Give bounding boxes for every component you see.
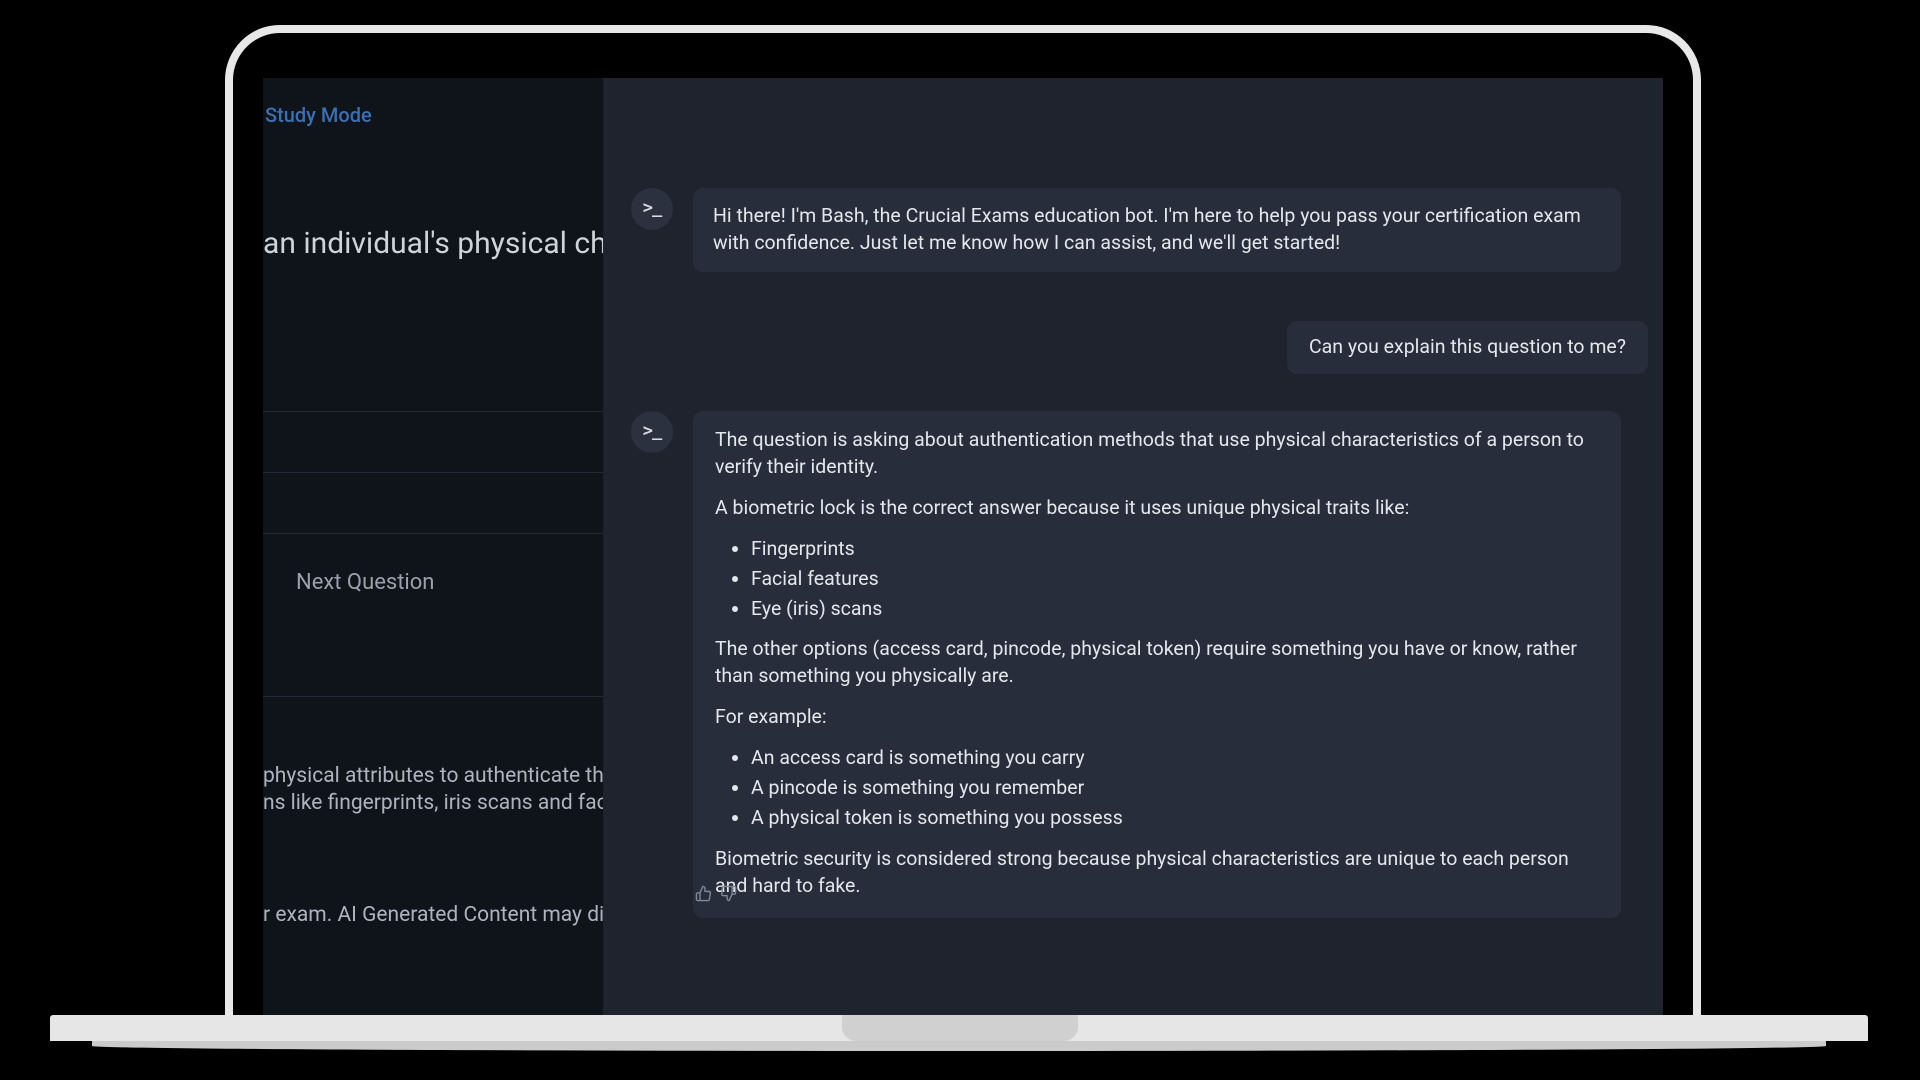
explanation-text: ns like fingerprints, iris scans and fac… bbox=[263, 791, 603, 815]
laptop-foot bbox=[92, 1041, 1826, 1051]
list-item: A physical token is something you posses… bbox=[751, 805, 1599, 832]
answer-list: An access card is something you carry A … bbox=[737, 745, 1599, 832]
chat-panel: >_ Hi there! I'm Bash, the Crucial Exams… bbox=[603, 78, 1663, 1020]
answer-option[interactable] bbox=[263, 351, 603, 412]
thumbs-down-icon[interactable] bbox=[720, 883, 737, 910]
laptop-notch bbox=[842, 1015, 1078, 1041]
bot-message: >_ Hi there! I'm Bash, the Crucial Exams… bbox=[631, 188, 1631, 272]
message-bubble: Hi there! I'm Bash, the Crucial Exams ed… bbox=[693, 188, 1621, 272]
bot-avatar: >_ bbox=[631, 411, 673, 453]
message-bubble: The question is asking about authenticat… bbox=[693, 411, 1621, 918]
answer-list: Fingerprints Facial features Eye (iris) … bbox=[737, 536, 1599, 623]
answer-paragraph: The question is asking about authenticat… bbox=[715, 427, 1599, 481]
bot-message: >_ The question is asking about authenti… bbox=[631, 411, 1631, 918]
question-text: an individual's physical cha bbox=[263, 226, 603, 261]
list-item: A pincode is something you remember bbox=[751, 775, 1599, 802]
thumbs-up-icon[interactable] bbox=[695, 883, 712, 910]
message-text: Can you explain this question to me? bbox=[1309, 335, 1626, 358]
list-item: An access card is something you carry bbox=[751, 745, 1599, 772]
laptop-frame: Study Mode an individual's physical cha … bbox=[225, 25, 1701, 1020]
terminal-icon: >_ bbox=[643, 197, 661, 220]
answer-paragraph: Biometric security is considered strong … bbox=[715, 846, 1599, 900]
section-divider bbox=[263, 696, 603, 697]
next-question-button[interactable]: Next Question bbox=[296, 570, 434, 595]
bot-avatar: >_ bbox=[631, 188, 673, 230]
answer-paragraph: For example: bbox=[715, 704, 1599, 731]
terminal-icon: >_ bbox=[643, 420, 661, 443]
list-item: Facial features bbox=[751, 566, 1599, 593]
user-message: Can you explain this question to me? bbox=[1287, 321, 1648, 374]
list-item: Fingerprints bbox=[751, 536, 1599, 563]
answer-option[interactable] bbox=[263, 412, 603, 473]
feedback-controls bbox=[695, 883, 737, 910]
study-mode-link[interactable]: Study Mode bbox=[265, 103, 372, 127]
ai-disclaimer-text: r exam. AI Generated Content may displ bbox=[263, 903, 603, 927]
answer-option[interactable] bbox=[263, 473, 603, 534]
study-panel: Study Mode an individual's physical cha … bbox=[263, 78, 603, 1020]
answer-paragraph: The other options (access card, pincode,… bbox=[715, 636, 1599, 690]
message-text: Hi there! I'm Bash, the Crucial Exams ed… bbox=[713, 204, 1581, 254]
explanation-text: physical attributes to authenticate them… bbox=[263, 764, 603, 788]
app-screen: Study Mode an individual's physical cha … bbox=[263, 78, 1663, 1020]
message-bubble: Can you explain this question to me? bbox=[1287, 321, 1648, 374]
answer-paragraph: A biometric lock is the correct answer b… bbox=[715, 495, 1599, 522]
list-item: Eye (iris) scans bbox=[751, 596, 1599, 623]
answer-options bbox=[263, 351, 603, 534]
